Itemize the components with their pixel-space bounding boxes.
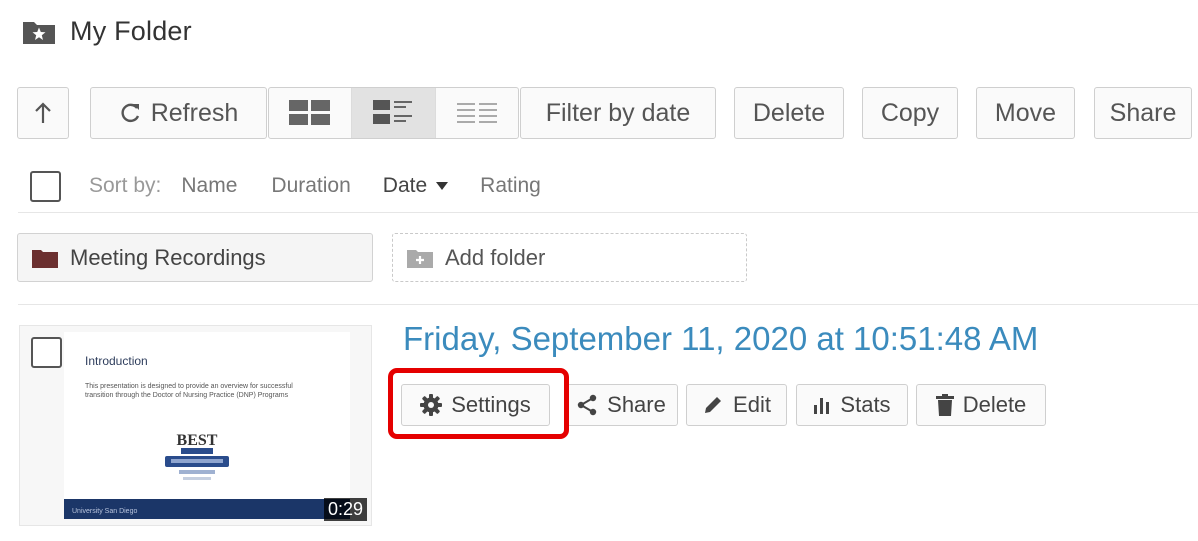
move-button[interactable]: Move — [976, 87, 1075, 139]
sort-rating[interactable]: Rating — [480, 174, 541, 198]
delete-label: Delete — [752, 98, 826, 127]
details-view-icon — [373, 100, 413, 124]
bar-chart-icon — [814, 398, 830, 414]
folder-icon — [32, 249, 58, 268]
refresh-button[interactable]: Refresh — [90, 87, 267, 139]
pencil-icon — [705, 397, 722, 413]
toolbar: Refresh Filter by date Delete Copy Move … — [17, 87, 1198, 141]
share-icon — [577, 394, 597, 416]
recording-checkbox[interactable] — [31, 337, 62, 368]
trash-icon — [935, 394, 954, 416]
share-recording-label: Share — [607, 392, 666, 417]
folder-star-icon — [23, 21, 55, 44]
sort-by-label: Sort by: — [89, 174, 162, 197]
delete-recording-button[interactable]: Delete — [916, 384, 1046, 426]
duration-badge: 0:29 — [323, 498, 367, 521]
best-badge-image: BEST — [165, 432, 229, 480]
edit-button[interactable]: Edit — [686, 384, 787, 426]
folder-header: My Folder — [22, 16, 192, 47]
recording-title-link[interactable]: Friday, September 11, 2020 at 10:51:48 A… — [403, 320, 1038, 358]
filter-label: Filter by date — [545, 98, 691, 127]
slide-footer-text: University San Diego — [72, 508, 138, 515]
caret-down-icon — [436, 182, 449, 190]
folder-label: Meeting Recordings — [70, 244, 266, 270]
copy-label: Copy — [880, 98, 940, 127]
edit-label: Edit — [733, 392, 771, 417]
badge-text: BEST — [177, 432, 218, 449]
share-recording-button[interactable]: Share — [564, 384, 678, 426]
add-folder-icon — [407, 249, 433, 268]
add-folder-label: Add folder — [445, 244, 546, 270]
sort-bar: Sort by: Name Duration Date Rating — [30, 168, 541, 204]
list-view-icon — [456, 103, 497, 123]
up-button[interactable] — [17, 87, 69, 139]
arrow-up-icon — [35, 102, 51, 123]
stats-label: Stats — [840, 392, 891, 417]
sort-duration[interactable]: Duration — [271, 174, 350, 198]
slide-title: Introduction — [85, 354, 148, 368]
settings-highlight-box — [388, 368, 569, 439]
slide-text: This presentation is designed to provide… — [85, 383, 293, 399]
share-button[interactable]: Share — [1094, 87, 1192, 139]
share-label: Share — [1109, 98, 1177, 127]
recording-thumbnail[interactable]: Introduction This presentation is design… — [19, 325, 372, 526]
filter-by-date-button[interactable]: Filter by date — [520, 87, 716, 139]
move-label: Move — [994, 98, 1057, 127]
slide-footer: University San Diego — [64, 499, 350, 519]
copy-button[interactable]: Copy — [862, 87, 958, 139]
page-title: My Folder — [70, 16, 192, 46]
sort-name[interactable]: Name — [181, 174, 237, 198]
refresh-label: Refresh — [150, 98, 239, 127]
refresh-icon — [121, 103, 139, 123]
folder-meeting-recordings[interactable]: Meeting Recordings — [17, 233, 373, 282]
slide-preview: Introduction This presentation is design… — [64, 332, 350, 519]
divider — [18, 304, 1198, 305]
view-toggle — [268, 87, 519, 139]
select-all-checkbox[interactable] — [30, 170, 61, 202]
add-folder-button[interactable]: Add folder — [392, 233, 747, 282]
sort-date[interactable]: Date — [382, 174, 449, 198]
divider — [18, 212, 1198, 213]
details-view-button[interactable] — [351, 88, 435, 138]
stats-button[interactable]: Stats — [796, 384, 908, 426]
sort-date-label: Date — [382, 174, 428, 197]
grid-view-button[interactable] — [269, 88, 351, 138]
grid-view-icon — [289, 100, 331, 125]
delete-recording-label: Delete — [962, 392, 1027, 417]
delete-button[interactable]: Delete — [734, 87, 844, 139]
list-view-button[interactable] — [434, 88, 518, 138]
